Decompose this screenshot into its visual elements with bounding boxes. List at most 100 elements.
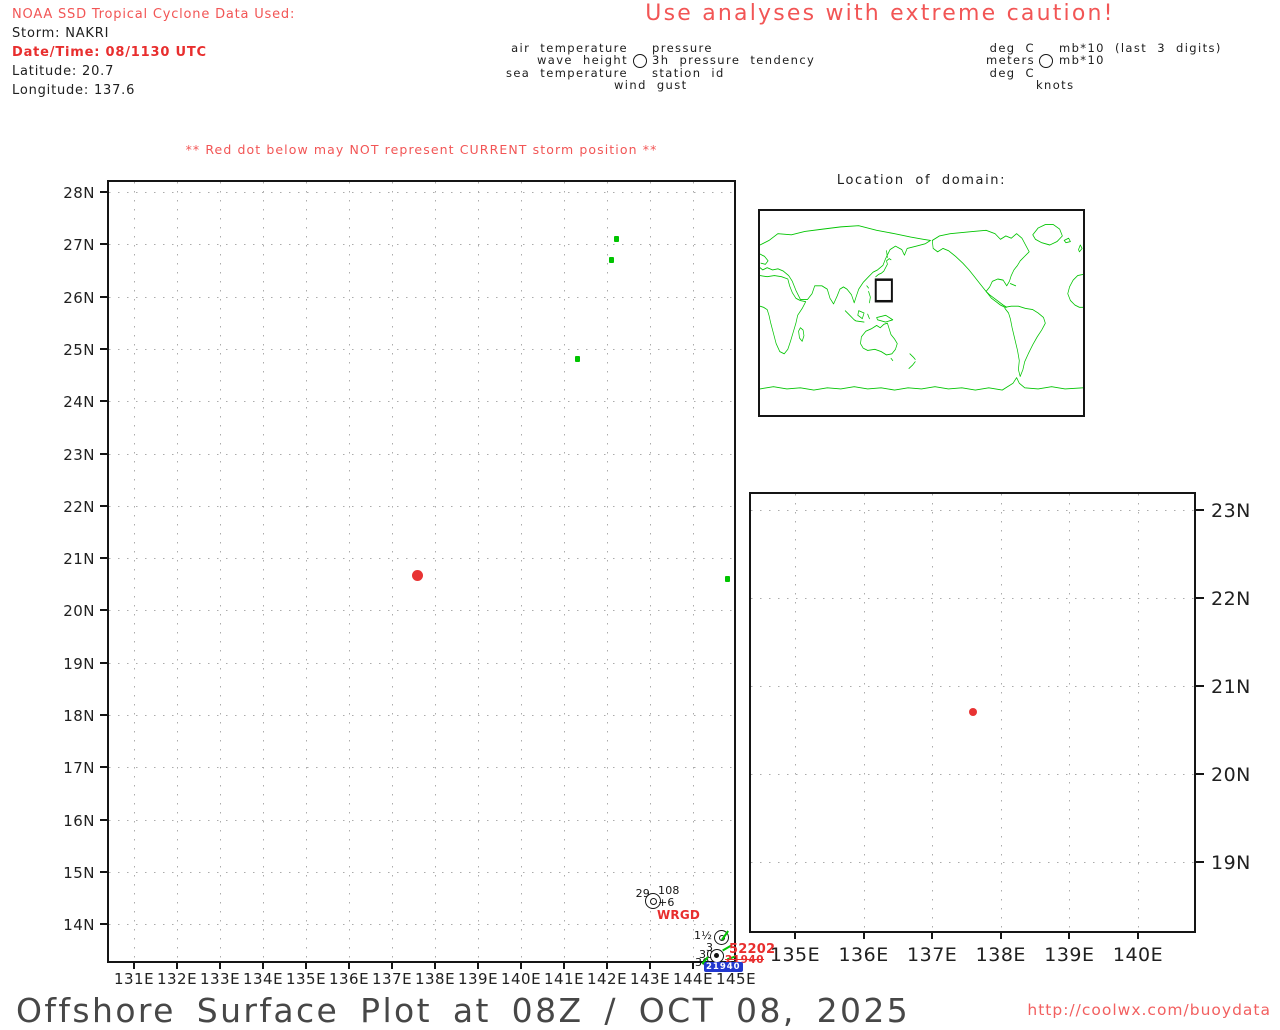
main-map-ytick-label: 24N [63,393,95,412]
zoom-inset-ytick [1196,597,1204,599]
main-map-gridline-h [109,871,734,873]
main-map-ytick-label: 27N [63,236,95,255]
main-map-gridline-v [650,182,651,961]
main-map-ytick [100,661,107,664]
main-map-xtick [606,963,608,969]
legend-wind-gust: wind gust [614,78,688,92]
main-map-ytick [100,400,107,403]
main-map-gridline-v [435,182,436,961]
storm-datetime-label: Date/Time: 08/1130 UTC [12,45,207,60]
main-map-gridline-v [478,182,479,961]
zoom-inset-xtick [931,933,934,939]
main-map-gridline-h [109,610,734,612]
station-wrgd-circle-inner [650,898,657,905]
main-map-ytick-label: 19N [63,654,95,673]
main-map-gridline-h [109,244,734,246]
legend-sea-temperature: sea temperature [505,66,628,80]
source-url-link[interactable]: http://coolwx.com/buoydata [1027,1001,1271,1019]
domain-box [874,278,893,303]
main-map-gridline-h [109,401,734,403]
main-map-gridline-h [109,296,734,298]
caution-headline: Use analyses with extreme caution! [645,1,1115,26]
storm-longitude-label: Longitude: 137.6 [12,83,136,98]
station-wrgd-id: WRGD [657,908,701,922]
plot-title: Offshore Surface Plot at 08Z / OCT 08, 2… [16,991,911,1030]
main-map-xtick [348,963,350,969]
zoom-inset-gridline-h [751,862,1194,863]
zoom-inset-xtick [1068,933,1071,939]
zoom-inset-gridline-v [1069,494,1071,931]
main-map-xtick [133,963,135,969]
main-map-gridline-v [521,182,522,961]
main-map-ytick-label: 16N [63,811,95,830]
main-map-ytick-label: 15N [63,863,95,882]
main-map-gridline-v [607,182,608,961]
main-map-gridline-v [263,182,264,961]
zoom-inset-gridline-h [751,510,1194,511]
main-map-ytick-label: 26N [63,288,95,307]
main-map-ytick-label: 21N [63,550,95,569]
station-circle-icon [1039,54,1053,68]
storm-latitude-label: Latitude: 20.7 [12,64,115,79]
island-mark [609,256,615,263]
legend-station-id: station id [652,66,725,80]
main-map-ytick [100,923,107,926]
main-map-xtick [520,963,522,969]
main-map-ytick [100,504,107,507]
main-map-ytick-label: 23N [63,445,95,464]
station-wrgd-air-temp: 29 [635,887,650,900]
zoom-inset-gridline-h [751,774,1194,775]
zoom-inset-xtick [794,933,796,939]
main-map-ytick [100,870,107,873]
main-map-gridline-h [109,924,734,926]
zoom-inset-xtick-label: 139E [1044,944,1095,966]
zoom-inset-ytick-label: 22N [1211,588,1251,610]
main-map-gridline-h [109,453,734,455]
legend-unit-meters: meters [986,53,1035,67]
legend-unit-mb: mb*10 [1059,53,1105,67]
island-mark [574,356,580,363]
storm-name-label: Storm: NAKRI [12,26,110,41]
main-map-gridline-v [564,182,565,961]
zoom-inset-ytick-label: 20N [1211,764,1251,786]
legend-unit-knots: knots [1036,78,1075,92]
main-map-gridline-v [392,182,393,961]
station-badge-id: 21940 [704,962,743,972]
main-map-xtick [176,963,178,969]
main-map-gridline-h [109,192,734,193]
zoom-inset-gridline-h [751,598,1194,599]
main-map-ytick [100,766,107,769]
main-map-gridline-h [109,767,734,769]
main-map-gridline-v [220,182,221,961]
main-map-ytick-label: 20N [63,602,95,621]
zoom-inset-xtick [862,933,865,939]
main-map-ytick [100,347,107,350]
zoom-inset-xtick [1137,933,1139,939]
world-map [760,224,1083,391]
main-map-xtick [434,963,436,969]
main-map-ytick-label: 17N [63,759,95,778]
zoom-inset-ytick [1196,773,1204,775]
main-map-ytick [100,557,107,560]
island-mark [725,576,731,583]
legend-wave-height: wave height [536,53,628,67]
main-map-gridline-h [109,558,734,560]
zoom-inset-gridline-v [1000,494,1002,931]
zoom-inset-xtick-label: 137E [907,944,958,966]
zoom-inset-ytick [1196,685,1204,687]
main-map-ytick-label: 22N [63,497,95,516]
island-mark [613,236,619,243]
main-map-gridline-h [109,715,734,716]
main-map-ytick-label: 18N [63,707,95,725]
main-map-xtick [305,963,307,969]
zoom-inset-gridline-v [863,494,865,931]
main-map-ytick-label: 28N [63,184,95,202]
main-map-ytick [100,243,107,246]
main-map-xtick [219,963,221,969]
main-map-ytick [100,818,107,821]
zoom-inset-ytick-label: 23N [1211,500,1251,522]
main-map-gridline-h [109,819,734,821]
zoom-inset-gridline-h [751,686,1194,687]
main-map-ytick-label: 14N [63,916,95,935]
main-map-xtick-label: 145E [715,970,757,988]
